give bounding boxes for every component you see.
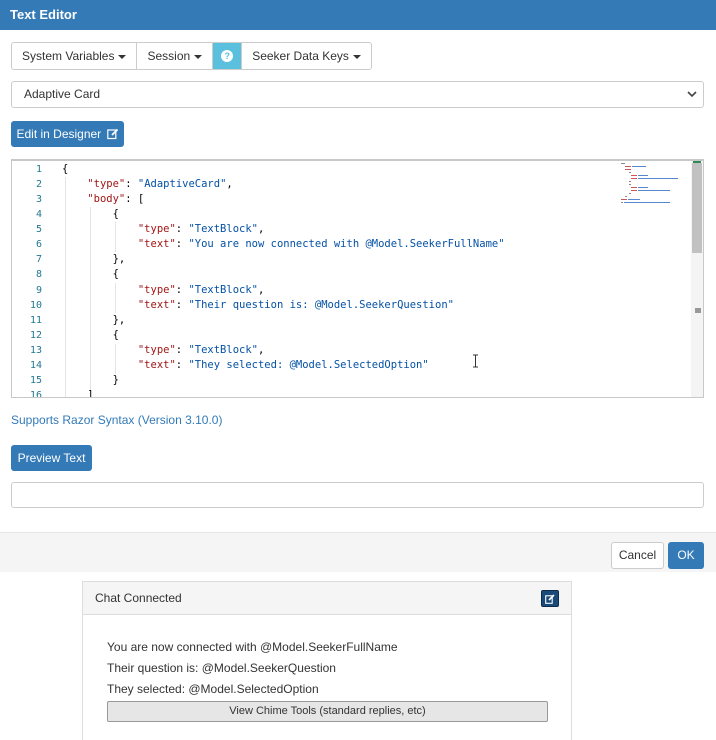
- code-line: },: [112, 314, 126, 326]
- line-number: 13: [29, 345, 42, 356]
- line-number: 11: [29, 315, 42, 326]
- line-number: 14: [29, 360, 42, 371]
- chat-message-line: Their question is: @Model.SeekerQuestion: [107, 661, 336, 675]
- editor-scrollbar[interactable]: [691, 161, 703, 397]
- code-editor[interactable]: 1 2 3 4 5 6 7 8 9 10 11 12 13 14 15 16 {…: [11, 159, 704, 398]
- line-number: 15: [29, 375, 42, 386]
- code-line: ]: [87, 389, 94, 398]
- code-line: "type": "TextBlock",: [137, 344, 265, 356]
- code-line: "body": [: [87, 193, 145, 205]
- line-number: 1: [35, 164, 42, 175]
- line-number: 4: [35, 209, 42, 220]
- modal-footer: Cancel OK: [0, 532, 716, 572]
- seeker-data-keys-dropdown[interactable]: Seeker Data Keys: [242, 43, 371, 69]
- format-select[interactable]: Adaptive Card: [11, 81, 704, 108]
- code-line: "type": "TextBlock",: [137, 223, 265, 235]
- session-label: Session: [147, 49, 191, 63]
- code-line: "type": "TextBlock",: [137, 284, 265, 296]
- line-number: 10: [29, 300, 42, 311]
- line-number: 6: [35, 239, 42, 250]
- chat-header: Chat Connected: [83, 582, 571, 615]
- format-select-value: Adaptive Card: [24, 87, 101, 101]
- preview-text-button[interactable]: Preview Text: [11, 445, 92, 471]
- code-line: "text": "They selected: @Model.SelectedO…: [137, 359, 429, 371]
- edit-in-designer-label: Edit in Designer: [16, 127, 102, 141]
- code-line: }: [112, 374, 119, 386]
- line-number: 16: [29, 390, 42, 398]
- chat-message-line: They selected: @Model.SelectedOption: [107, 682, 319, 696]
- caret-down-icon: [352, 54, 361, 59]
- chevron-down-icon: [687, 91, 697, 98]
- help-button[interactable]: ?: [213, 43, 243, 69]
- code-area[interactable]: { "type": "AdaptiveCard", "body": [ { "t…: [62, 161, 622, 397]
- code-minimap[interactable]: [619, 161, 691, 209]
- text-editor-modal: Text Editor System Variables Session ? S…: [0, 0, 716, 572]
- caret-down-icon: [118, 54, 127, 59]
- edit-in-designer-button[interactable]: Edit in Designer: [11, 121, 124, 147]
- edit-icon: [106, 128, 118, 140]
- line-number-gutter: 1 2 3 4 5 6 7 8 9 10 11 12 13 14 15 16: [12, 161, 56, 397]
- preview-output-field: [11, 482, 704, 508]
- code-line: "type": "AdaptiveCard",: [87, 178, 233, 190]
- line-number: 5: [35, 224, 42, 235]
- edit-icon: [545, 593, 555, 604]
- code-line: {: [62, 163, 69, 175]
- line-number: 7: [35, 254, 42, 265]
- code-line: "text": "Their question is: @Model.Seeke…: [137, 299, 454, 311]
- line-number: 12: [29, 330, 42, 341]
- line-number: 3: [35, 194, 42, 205]
- code-line: {: [112, 329, 119, 341]
- variables-toolbar: System Variables Session ? Seeker Data K…: [11, 42, 372, 70]
- line-number: 9: [35, 285, 42, 296]
- chat-title: Chat Connected: [95, 591, 182, 605]
- system-variables-label: System Variables: [22, 49, 115, 63]
- line-number: 8: [35, 269, 42, 280]
- chat-edit-button[interactable]: [541, 590, 559, 607]
- code-line: "text": "You are now connected with @Mod…: [137, 238, 505, 250]
- view-chime-tools-button[interactable]: View Chime Tools (standard replies, etc): [107, 701, 548, 722]
- text-cursor-icon: [473, 354, 478, 368]
- line-number: 2: [35, 179, 42, 190]
- scrollbar-position-marker: [695, 308, 701, 313]
- code-line: {: [112, 208, 119, 220]
- chat-preview-panel: Chat Connected You are now connected wit…: [82, 581, 572, 740]
- code-line: {: [112, 268, 119, 280]
- session-dropdown[interactable]: Session: [137, 43, 214, 69]
- system-variables-dropdown[interactable]: System Variables: [12, 43, 138, 69]
- ok-button[interactable]: OK: [668, 542, 704, 569]
- code-line: },: [112, 253, 126, 265]
- cancel-button[interactable]: Cancel: [611, 542, 664, 569]
- chat-message-line: You are now connected with @Model.Seeker…: [107, 640, 398, 654]
- seeker-data-keys-label: Seeker Data Keys: [252, 49, 349, 63]
- caret-down-icon: [194, 54, 203, 59]
- modal-title: Text Editor: [0, 0, 716, 30]
- question-circle-icon: ?: [221, 50, 234, 62]
- razor-syntax-link[interactable]: Supports Razor Syntax (Version 3.10.0): [11, 413, 222, 427]
- scrollbar-thumb[interactable]: [692, 163, 702, 253]
